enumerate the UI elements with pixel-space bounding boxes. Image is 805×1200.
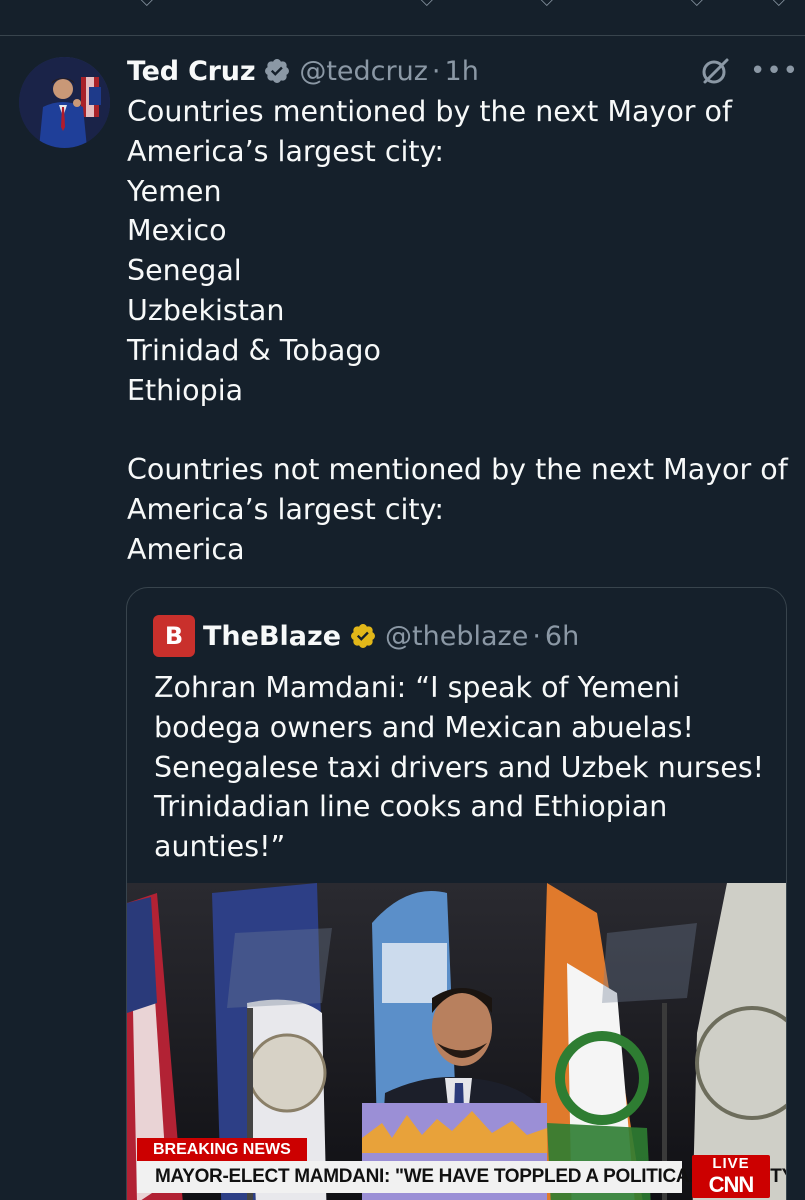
quoted-post-card[interactable]: B TheBlaze @theblaze · 6h Zohran Mamdani… — [126, 587, 787, 1200]
quoted-line: aunties!” — [154, 830, 286, 864]
reply-icon[interactable]: ⌵ — [140, 0, 154, 11]
quoted-video-thumbnail[interactable]: BREAKING NEWS MAYOR-ELECT MAMDANI: "WE H… — [127, 883, 786, 1200]
tweet-line: Senegal — [127, 254, 242, 288]
bookmark-icon[interactable]: ⌵ — [690, 0, 704, 11]
separator-dot: · — [431, 55, 441, 87]
breaking-news-label: BREAKING NEWS — [137, 1138, 307, 1161]
quoted-post-body: Zohran Mamdani: “I speak of Yemeni bodeg… — [154, 668, 774, 867]
quoted-line: Trinidadian line cooks and Ethiopian — [154, 790, 668, 824]
quoted-post-header: B TheBlaze @theblaze · 6h — [153, 615, 579, 657]
quoted-timestamp[interactable]: 6h — [545, 621, 579, 652]
news-headline: MAYOR-ELECT MAMDANI: "WE HAVE TOPPLED A … — [137, 1161, 786, 1193]
tweet-line: Mexico — [127, 214, 227, 248]
tweet-body: Countries mentioned by the next Mayor of… — [127, 92, 788, 570]
live-badge: LIVE CNN — [692, 1155, 770, 1198]
tweet-line: Ethiopia — [127, 373, 244, 407]
tweet-line: America’s largest city: — [127, 134, 444, 168]
tweet-line: Countries not mentioned by the next Mayo… — [127, 453, 788, 487]
verified-badge-icon — [263, 57, 291, 85]
avatar[interactable] — [19, 57, 110, 148]
timestamp[interactable]: 1h — [445, 56, 479, 87]
theblaze-logo-icon: B — [153, 615, 195, 657]
repost-icon[interactable]: ⌵ — [420, 0, 434, 11]
tweet-line: Trinidad & Tobago — [127, 333, 381, 367]
quoted-line: Senegalese taxi drivers and Uzbek nurses… — [154, 750, 765, 784]
more-horizontal-icon[interactable]: ••• — [750, 56, 799, 86]
previous-post-action-bar: ⌵ ⌵ ⌵ ⌵ ⌵ — [0, 0, 805, 36]
gold-verified-badge-icon — [349, 622, 377, 650]
tweet-line: Uzbekistan — [127, 293, 285, 327]
quoted-line: Zohran Mamdani: “I speak of Yemeni — [154, 671, 681, 704]
author-name[interactable]: Ted Cruz — [127, 56, 256, 87]
cnn-logo: CNN — [708, 1172, 755, 1197]
tweet-line: Yemen — [127, 174, 222, 208]
tweet-line: America — [127, 532, 245, 566]
tweet-line — [127, 410, 787, 450]
like-icon[interactable]: ⌵ — [540, 0, 554, 11]
tweet-line: Countries mentioned by the next Mayor of — [127, 95, 732, 128]
share-icon[interactable]: ⌵ — [772, 0, 786, 11]
quoted-author-name[interactable]: TheBlaze — [203, 621, 341, 652]
tweet-header: Ted Cruz @tedcruz · 1h — [127, 52, 479, 90]
tweet-line: America’s largest city: — [127, 492, 444, 526]
grok-icon[interactable] — [699, 55, 731, 87]
separator-dot: · — [532, 620, 541, 652]
quoted-line: bodega owners and Mexican abuelas! — [154, 710, 694, 744]
quoted-author-handle[interactable]: @theblaze — [385, 621, 528, 652]
author-handle[interactable]: @tedcruz — [299, 56, 428, 87]
live-label: LIVE — [712, 1155, 750, 1172]
news-lower-third: BREAKING NEWS MAYOR-ELECT MAMDANI: "WE H… — [137, 1138, 786, 1198]
